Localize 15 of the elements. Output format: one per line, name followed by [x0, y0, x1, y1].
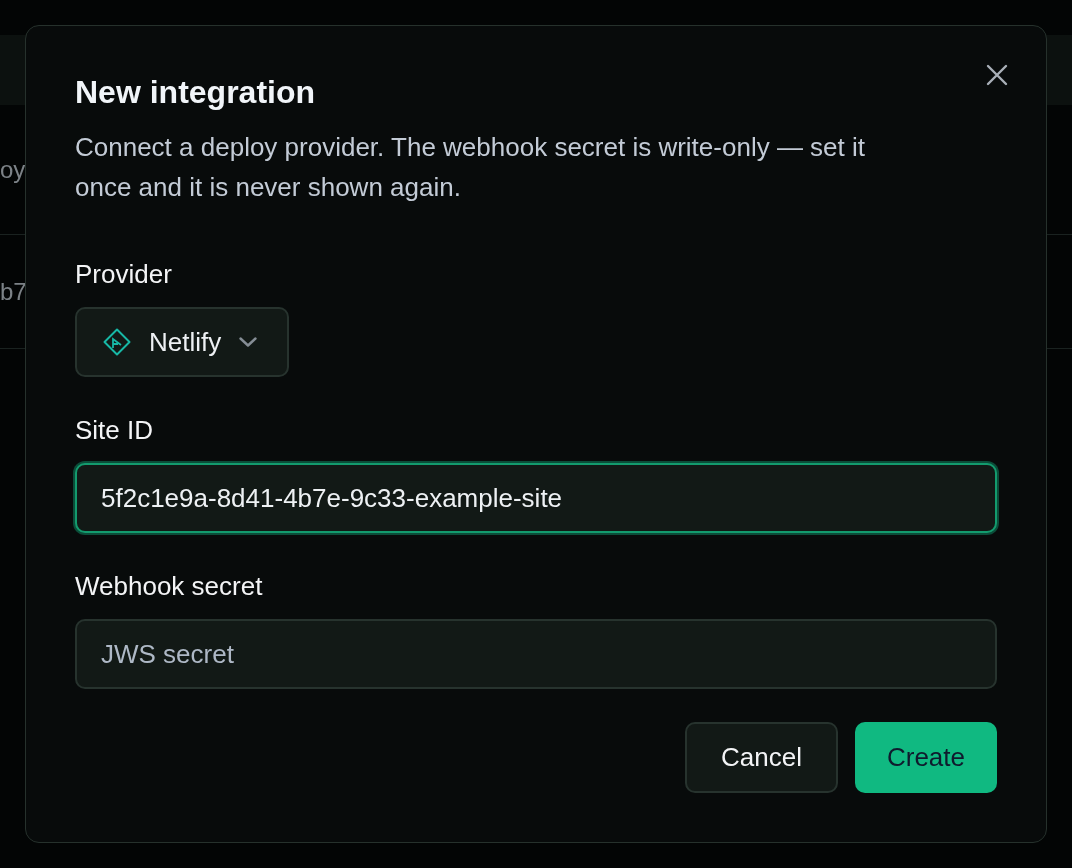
cancel-button[interactable]: Cancel [685, 722, 838, 793]
dialog-description: Connect a deploy provider. The webhook secret is write-only — set it once and it is never shown again. [75, 131, 867, 204]
text-input[interactable]: 5f2c1e9a-8d41-4b7e-9c33-example-site [75, 463, 997, 533]
field-label: Provider [75, 258, 172, 291]
close-icon [986, 64, 1008, 86]
dialog-title: New integration [75, 73, 315, 112]
field-label: Site ID [75, 414, 154, 447]
text-input[interactable]: JWS secret [75, 619, 997, 689]
field-label: Webhook secret [75, 570, 263, 603]
row-text: b7 [0, 276, 27, 307]
create-button[interactable]: Create [854, 722, 997, 793]
provider-select[interactable]: Netlify [75, 307, 290, 377]
row-text: oy [0, 154, 26, 185]
chevron-down-icon [239, 337, 258, 347]
diamond-logo-icon [103, 328, 131, 356]
